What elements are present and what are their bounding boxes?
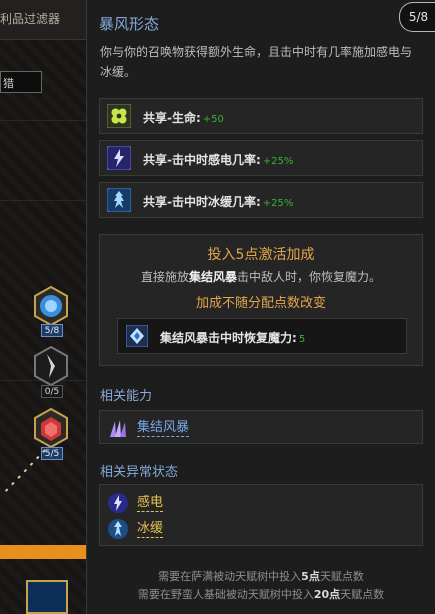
fang-node-icon [34,346,68,386]
stat-row-chill: 共享-击中时冰缓几率: +25% [99,182,423,218]
bonus-desc-prefix: 直接施放 [140,270,189,284]
related-ailments-title: 相关异常状态 [100,465,179,480]
node-storm-count: 5/8 [41,324,63,337]
bottom-node[interactable] [26,580,68,614]
bonus-stat-row: 集结风暴击中时恢复魔力: 5 [117,318,407,354]
storm-node-icon [34,286,68,326]
storm-claw-icon [110,420,126,437]
activation-bonus: 投入5点激活加成 直接施放集结风暴击中敌人时，你恢复魔力。 加成不随分配点数改变… [99,234,423,366]
bonus-desc-suffix: 击中敌人时，你恢复魔力。 [237,270,382,284]
ailment-label: 冰缓 [137,521,164,538]
chill-icon [107,188,131,212]
grid-line [0,200,95,201]
related-ability-label: 集结风暴 [137,420,190,437]
node-fang[interactable] [33,346,69,386]
node-storm[interactable] [33,286,69,326]
progress-bar [0,545,95,559]
loot-filter-label: 利品过滤器 [0,12,61,26]
requirement-line-2: 需要在野蛮人基础被动天赋树中投入20点天赋点数 [87,586,435,602]
related-abilities-box: 集结风暴 [99,410,423,444]
related-abilities-title: 相关能力 [100,389,153,404]
stat-row-shock: 共享-击中时感电几率: +25% [99,140,423,176]
stat-value: +50 [202,114,224,125]
ailment-label: 感电 [137,495,164,512]
loot-filter-header[interactable]: 利品过滤器 [0,0,95,40]
tooltip-panel: 暴风形态 5/8 你与你的召唤物获得额外生命，且击中时有几率施加感电与冰缓。 共… [86,0,435,614]
related-ailments-box: 感电 冰缓 [99,484,423,546]
bonus-stat-value: 5 [298,334,306,345]
req1-points: 5点 [301,570,320,583]
node-fang-count: 0/5 [41,385,63,398]
stat-value: +25% [262,156,294,167]
shock-icon [108,493,128,513]
bonus-title: 投入5点激活加成 [207,247,315,263]
stat-value: +25% [262,198,294,209]
req2-suffix: 天赋点数 [340,588,385,601]
grid-line [0,120,95,121]
tooltip-title: 暴风形态 [99,15,160,33]
stat-row-life: 共享-生命: +50 [99,98,423,134]
connection-path [1,449,46,496]
mana-restore-icon [126,325,148,347]
requirement-line-1: 需要在萨满被动天赋树中投入5点天赋点数 [87,568,435,584]
search-input-value: 猎 [3,77,14,90]
clover-icon [107,104,131,128]
lightning-icon [107,146,131,170]
req2-prefix: 需要在野蛮人基础被动天赋树中投入 [137,588,314,601]
stat-label: 共享-生命: [143,111,201,125]
req1-suffix: 天赋点数 [319,570,364,583]
bonus-description: 直接施放集结风暴击中敌人时，你恢复魔力。 [100,268,422,285]
page-badge: 5/8 [399,2,435,32]
bonus-note: 加成不随分配点数改变 [195,296,326,311]
req1-prefix: 需要在萨满被动天赋树中投入 [158,570,302,583]
stat-label: 共享-击中时冰缓几率: [143,195,261,209]
stat-label: 共享-击中时感电几率: [143,153,261,167]
bonus-stat-label: 集结风暴击中时恢复魔力: [160,331,297,345]
bonus-desc-skill: 集结风暴 [188,270,237,284]
req2-points: 20点 [313,588,341,601]
search-input[interactable]: 猎 [0,71,42,93]
tooltip-description: 你与你的召唤物获得额外生命，且击中时有几率施加感电与冰缓。 [100,45,413,79]
passive-tree-background: 利品过滤器 猎 5/8 0/5 5/5 [0,0,95,614]
chill-icon [108,519,128,539]
